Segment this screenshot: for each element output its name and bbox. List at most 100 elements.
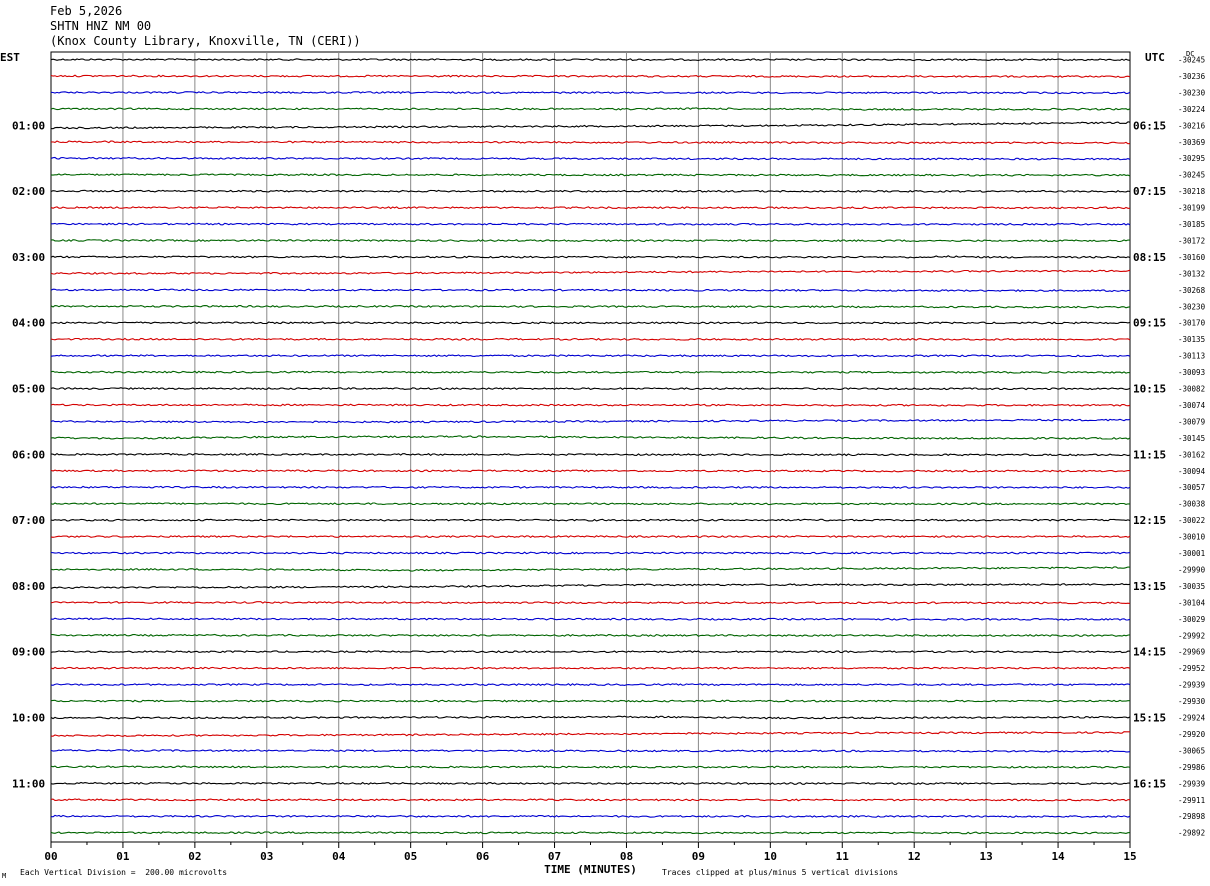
trace-row: [50, 288, 1131, 293]
x-tick-label: 05: [404, 850, 417, 863]
est-hour-label: 01:00: [12, 119, 45, 132]
est-hour-label: 06:00: [12, 448, 45, 461]
trace-row: [50, 502, 1130, 506]
dc-offset-label: -29898: [1178, 812, 1206, 821]
x-tick-label: 15: [1123, 850, 1136, 863]
trace-row: [50, 666, 1131, 670]
x-tick-label: 01: [116, 850, 130, 863]
dc-offset-label: -30094: [1178, 467, 1206, 476]
dc-offset-label: -30236: [1178, 72, 1206, 81]
trace-row: [50, 551, 1131, 555]
dc-offset-label: -30001: [1178, 549, 1205, 558]
dc-offset-label: -30218: [1178, 187, 1206, 196]
dc-offset-label: -30245: [1178, 171, 1205, 180]
trace-row: [50, 370, 1131, 374]
est-hour-label: 02:00: [12, 185, 45, 198]
utc-hour-label: 15:15: [1133, 712, 1166, 725]
trace-row: [50, 255, 1131, 259]
trace-row: [50, 304, 1131, 309]
dc-offset-label: -30038: [1178, 500, 1206, 509]
left-timezone-label: EST: [0, 51, 20, 64]
trace-row: [50, 731, 1130, 737]
trace-row: [50, 269, 1131, 275]
trace-row: [50, 518, 1131, 522]
x-tick-label: 02: [188, 850, 201, 863]
corner-mark: M: [2, 872, 7, 880]
x-tick-label: 04: [332, 850, 346, 863]
dc-offset-label: -30199: [1178, 204, 1205, 213]
dc-offset-label: -30185: [1178, 220, 1205, 229]
trace-row: [50, 387, 1131, 391]
trace-row: [50, 765, 1131, 769]
seismogram-plot: 00 01 02 03 04 05 06 07 08 09 10 11 12 13 14 15 TIME (MI…: [0, 50, 1206, 876]
dc-offset-label: -30230: [1178, 302, 1206, 311]
est-hour-label: 04:00: [12, 317, 45, 330]
plot-frame: [50, 51, 1131, 843]
dc-offset-label: -30170: [1178, 319, 1206, 328]
est-hour-label: 10:00: [12, 712, 45, 725]
trace-row: [50, 469, 1131, 473]
trace-row: [50, 601, 1131, 605]
dc-offset-label: -30160: [1178, 253, 1206, 262]
utc-hour-label: 07:15: [1133, 185, 1166, 198]
utc-hour-label: 11:15: [1133, 448, 1166, 461]
trace-row: [50, 435, 1131, 440]
est-hour-label: 07:00: [12, 514, 45, 527]
dc-offset-label: -30224: [1178, 105, 1206, 114]
dc-offset-label: -30079: [1178, 417, 1205, 426]
x-tick-label: 07: [548, 850, 561, 863]
trace-row: [50, 814, 1131, 818]
utc-hour-label: 06:15: [1133, 119, 1166, 132]
trace-row: [50, 452, 1131, 457]
x-tick-label: 10: [764, 850, 777, 863]
dc-offset-label: -30074: [1178, 401, 1206, 410]
x-tick-label: 08: [620, 850, 633, 863]
x-tick-label: 06: [476, 850, 490, 863]
trace-row: [50, 239, 1131, 243]
x-tick-label: 13: [980, 850, 993, 863]
dc-offset-label: -29939: [1178, 779, 1205, 788]
utc-hour-label: 10:15: [1133, 383, 1166, 396]
dc-offset-label: -30035: [1178, 582, 1205, 591]
x-tick-label: 03: [260, 850, 273, 863]
trace-row: [50, 583, 1131, 590]
trace-row: [50, 403, 1131, 407]
x-tick-label: 14: [1051, 850, 1065, 863]
trace-row: [50, 535, 1131, 538]
est-hour-label: 03:00: [12, 251, 45, 264]
dc-offset-label: -30132: [1178, 269, 1205, 278]
dc-offset-label: -30230: [1178, 88, 1206, 97]
dc-offset-label: -30135: [1178, 335, 1205, 344]
dc-offset-label: -29911: [1178, 796, 1205, 805]
dc-offset-label: -29986: [1178, 763, 1206, 772]
x-tick-label: 00: [44, 850, 57, 863]
trace-row: [51, 222, 1131, 226]
trace-row: [50, 699, 1130, 703]
dc-offset-label: -30065: [1178, 746, 1205, 755]
dc-offset-label: -29924: [1178, 714, 1206, 723]
trace-row: [50, 650, 1131, 654]
utc-hour-label: 16:15: [1133, 777, 1166, 790]
est-hour-label: 05:00: [12, 383, 45, 396]
utc-hour-label: 08:15: [1133, 251, 1166, 264]
trace-row: [50, 337, 1131, 341]
trace-row: [50, 107, 1131, 111]
dc-offset-label: -30010: [1178, 533, 1206, 542]
utc-hour-label: 13:15: [1133, 580, 1166, 593]
dc-offset-label: -30093: [1178, 368, 1205, 377]
x-tick-label: 12: [908, 850, 921, 863]
utc-hour-label: 09:15: [1133, 317, 1166, 330]
x-tick-label: 09: [692, 850, 705, 863]
trace-row: [50, 206, 1130, 210]
dc-offset-label: -30057: [1178, 483, 1205, 492]
trace-row: [50, 749, 1131, 753]
dc-offset-label: -30172: [1178, 236, 1205, 245]
trace-row: [50, 566, 1131, 572]
x-tick-label: 11: [836, 850, 850, 863]
right-timezone-label: UTC: [1145, 51, 1165, 64]
utc-hour-label: 12:15: [1133, 514, 1166, 527]
trace-row: [50, 354, 1131, 358]
trace-row: [50, 781, 1131, 786]
dc-offset-label: -30082: [1178, 385, 1205, 394]
dc-offset-label: -30113: [1178, 352, 1205, 361]
